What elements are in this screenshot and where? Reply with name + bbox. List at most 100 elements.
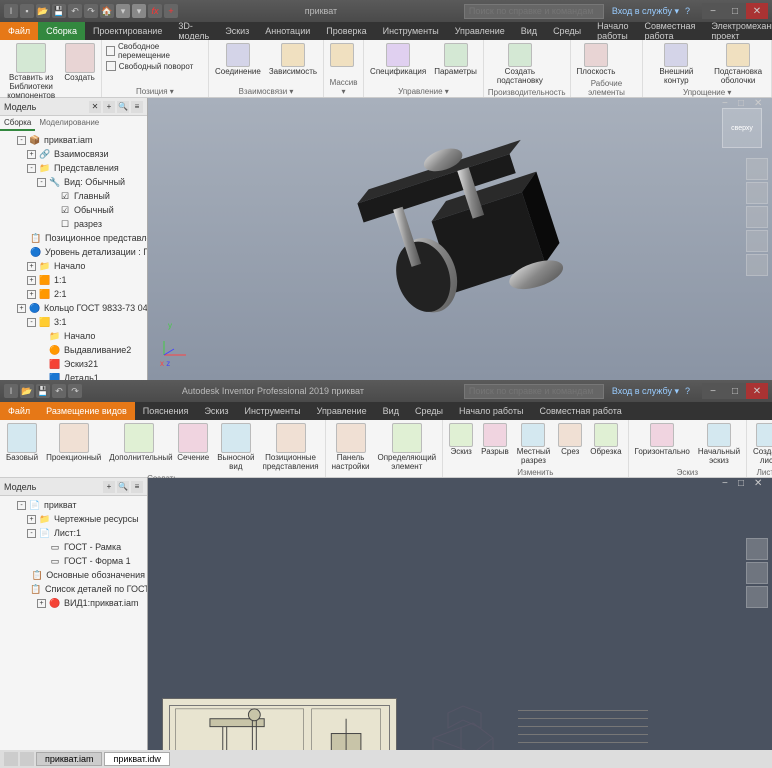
tab2-placeviews[interactable]: Размещение видов xyxy=(38,402,135,420)
doctab-nav-icon[interactable] xyxy=(20,752,34,766)
tab2-file[interactable]: Файл xyxy=(0,402,38,420)
nav-zoom-icon[interactable] xyxy=(746,206,768,228)
close-button[interactable]: ✕ xyxy=(746,3,768,19)
ribbon-button[interactable]: Спецификация xyxy=(368,42,428,78)
ribbon-button[interactable]: Базовый xyxy=(4,422,40,464)
maximize-button-2[interactable]: □ xyxy=(724,383,746,399)
qat-home-icon[interactable]: 🏠 xyxy=(100,4,114,18)
tree-node[interactable]: +🔵Кольцо ГОСТ 9833-73 040-056 xyxy=(4,301,145,315)
ribbon-button[interactable]: Позиционные представления xyxy=(260,422,320,473)
browser-menu-icon[interactable]: ≡ xyxy=(131,101,143,113)
ribbon-button[interactable]: Создать лист xyxy=(751,422,772,467)
browser-search-icon[interactable]: 🔍 xyxy=(117,101,129,113)
browser-menu-icon-2[interactable]: ≡ xyxy=(131,481,143,493)
browser-plus-icon[interactable]: + xyxy=(103,101,115,113)
ribbon-button[interactable]: Параметры xyxy=(432,42,479,78)
tab2-env[interactable]: Среды xyxy=(407,402,451,420)
help-icon[interactable]: ? xyxy=(685,6,690,16)
qat-open-icon[interactable]: 📂 xyxy=(36,4,50,18)
tree-node[interactable]: 📋Список деталей по ГОСТ: прикват xyxy=(4,582,145,596)
ribbon-button[interactable]: Плоскость xyxy=(575,42,618,78)
signin-link[interactable]: Вход в службу ▾ xyxy=(612,6,679,17)
doctab-iam[interactable]: прикват.iam xyxy=(36,752,102,766)
tree-node[interactable]: 🟠Выдавливание2 xyxy=(4,343,145,357)
qat-material-icon[interactable]: ▾ xyxy=(132,4,146,18)
qat-plus-icon[interactable]: + xyxy=(164,4,178,18)
tab-3dmodel[interactable]: 3D-модель xyxy=(170,22,217,40)
tab-view[interactable]: Вид xyxy=(513,22,545,40)
tab-assembly[interactable]: Сборка xyxy=(38,22,85,40)
doctab-home-icon[interactable] xyxy=(4,752,18,766)
app-icon[interactable]: I xyxy=(4,4,18,18)
ribbon-button[interactable]: Создать xyxy=(62,42,96,84)
ribbon-button[interactable]: Обрезка xyxy=(588,422,623,458)
tab-sketch[interactable]: Эскиз xyxy=(217,22,257,40)
ribbon-button[interactable]: Местный разрез xyxy=(515,422,553,467)
tab2-sketch[interactable]: Эскиз xyxy=(196,402,236,420)
tab-collab[interactable]: Совместная работа xyxy=(636,22,703,40)
ribbon-button[interactable]: Проекционный xyxy=(44,422,103,464)
ribbon-button[interactable]: Эскиз xyxy=(447,422,475,458)
qat-fx-icon[interactable]: fx xyxy=(148,4,162,18)
tree-node[interactable]: 🔵Уровень детализации : Главный xyxy=(4,245,145,259)
tab-getstarted[interactable]: Начало работы xyxy=(589,22,636,40)
ribbon-button[interactable]: Сечение xyxy=(175,422,211,464)
viewport-drawing[interactable]: − □ ✕ xyxy=(148,478,772,750)
qat-new-icon[interactable]: ▪ xyxy=(20,4,34,18)
qat-appearance-icon[interactable]: ▾ xyxy=(116,4,130,18)
qat-open-icon-2[interactable]: 📂 xyxy=(20,384,34,398)
ribbon-button[interactable]: Срез xyxy=(556,422,584,458)
help-icon-2[interactable]: ? xyxy=(685,386,690,396)
tree-node[interactable]: 📁Начало xyxy=(4,329,145,343)
nav-orbit-icon[interactable] xyxy=(746,230,768,252)
tab-tools[interactable]: Инструменты xyxy=(375,22,447,40)
close-button-2[interactable]: ✕ xyxy=(746,383,768,399)
tree-node[interactable]: +📁Начало xyxy=(4,259,145,273)
tree-node[interactable]: 🟥Эскиз21 xyxy=(4,357,145,371)
ribbon-button[interactable]: Горизонтально xyxy=(633,422,692,458)
tab-env[interactable]: Среды xyxy=(545,22,589,40)
signin-link-2[interactable]: Вход в службу ▾ xyxy=(612,386,679,397)
tree-node[interactable]: 📋Позиционное представление xyxy=(4,231,145,245)
tree-node[interactable]: +🔗Взаимосвязи xyxy=(4,147,145,161)
app-icon-2[interactable]: I xyxy=(4,384,18,398)
tree-node[interactable]: ☐разрез xyxy=(4,217,145,231)
viewcube[interactable]: сверху xyxy=(722,108,762,148)
ribbon-button[interactable]: Определяющий элемент xyxy=(376,422,439,473)
tab2-getstarted[interactable]: Начало работы xyxy=(451,402,531,420)
browser-search-icon-2[interactable]: 🔍 xyxy=(117,481,129,493)
ribbon-button[interactable] xyxy=(328,42,356,68)
ribbon-button[interactable]: Зависимость xyxy=(267,42,319,78)
tab2-annotate[interactable]: Пояснения xyxy=(135,402,197,420)
tree-node[interactable]: ▭ГОСТ - Рамка xyxy=(4,540,145,554)
ribbon-button[interactable]: Выносной вид xyxy=(215,422,256,473)
ribbon-button[interactable]: Панель настройки xyxy=(330,422,372,473)
qat-redo-icon[interactable]: ↷ xyxy=(84,4,98,18)
tree-node[interactable]: +🟧1:1 xyxy=(4,273,145,287)
ribbon-button[interactable]: Создать подстановку xyxy=(488,42,552,87)
ribbon-button[interactable]: Подстановка оболочки xyxy=(709,42,767,87)
tree-node[interactable]: +📁Чертежные ресурсы xyxy=(4,512,145,526)
tab-manage[interactable]: Управление xyxy=(447,22,513,40)
qat-undo-icon-2[interactable]: ↶ xyxy=(52,384,66,398)
tab2-tools[interactable]: Инструменты xyxy=(237,402,309,420)
tab-annotate[interactable]: Аннотации xyxy=(257,22,318,40)
qat-save-icon[interactable]: 💾 xyxy=(52,4,66,18)
tree-node[interactable]: ☑Главный xyxy=(4,189,145,203)
tree-node[interactable]: 🟦Деталь1 xyxy=(4,371,145,380)
maximize-button[interactable]: □ xyxy=(724,3,746,19)
tree-node[interactable]: ▭ГОСТ - Форма 1 xyxy=(4,554,145,568)
viewport-3d[interactable]: − □ ✕ сверху xyxy=(148,98,772,380)
ribbon-button[interactable]: Начальный эскиз xyxy=(696,422,742,467)
minimize-button[interactable]: − xyxy=(702,3,724,19)
vp2-minimize-icon[interactable]: − xyxy=(722,478,736,492)
help-search-input[interactable] xyxy=(464,4,604,19)
tab2-view[interactable]: Вид xyxy=(375,402,407,420)
qat-redo-icon-2[interactable]: ↷ xyxy=(68,384,82,398)
tree-node[interactable]: -📄Лист:1 xyxy=(4,526,145,540)
doctab-idw[interactable]: прикват.idw xyxy=(104,752,169,766)
ribbon-button[interactable]: Внешний контур xyxy=(647,42,705,87)
ribbon-check[interactable]: Свободный поворот xyxy=(106,61,204,71)
vp2-restore-icon[interactable]: □ xyxy=(738,478,752,492)
tree-node[interactable]: ☑Обычный xyxy=(4,203,145,217)
